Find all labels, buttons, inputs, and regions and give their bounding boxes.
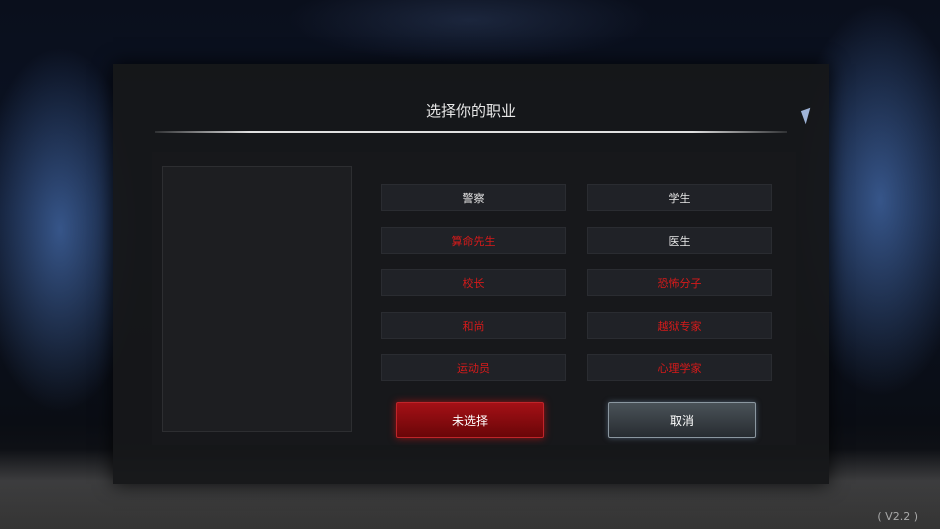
version-label: ( V2.2 ) — [877, 510, 918, 523]
title-divider — [155, 131, 787, 133]
job-button-psychologist[interactable]: 心理学家 — [587, 354, 772, 381]
job-preview-panel — [162, 166, 352, 432]
job-button-fortune-teller[interactable]: 算命先生 — [381, 227, 566, 254]
job-button-escape-expert[interactable]: 越狱专家 — [587, 312, 772, 339]
job-button-student[interactable]: 学生 — [587, 184, 772, 211]
job-button-athlete[interactable]: 运动员 — [381, 354, 566, 381]
cancel-button[interactable]: 取消 — [608, 402, 756, 438]
dialog-title: 选择你的职业 — [425, 102, 516, 120]
dialog-body: 警察 算命先生 校长 和尚 运动员 学生 医生 恐怖分子 越狱专家 心理学家 未… — [152, 152, 796, 445]
job-button-monk[interactable]: 和尚 — [381, 312, 566, 339]
confirm-button[interactable]: 未选择 — [396, 402, 544, 438]
job-select-dialog: 选择你的职业 警察 算命先生 校长 和尚 运动员 学生 医生 恐怖分子 越狱专家… — [113, 64, 829, 484]
job-button-terrorist[interactable]: 恐怖分子 — [587, 269, 772, 296]
job-button-doctor[interactable]: 医生 — [587, 227, 772, 254]
job-button-principal[interactable]: 校长 — [381, 269, 566, 296]
job-button-police[interactable]: 警察 — [381, 184, 566, 211]
